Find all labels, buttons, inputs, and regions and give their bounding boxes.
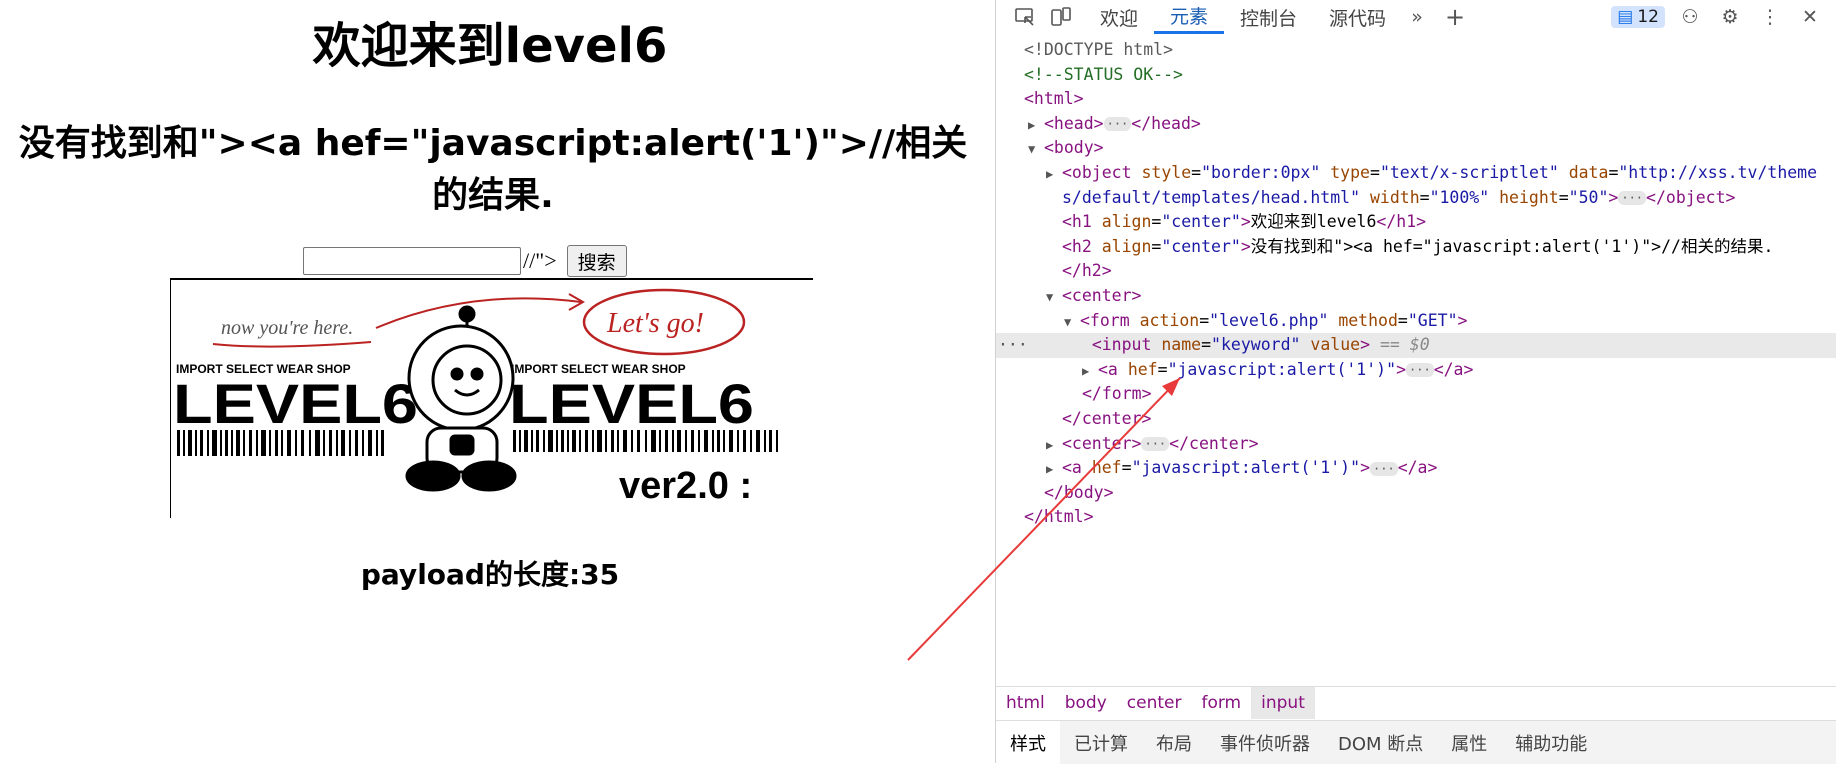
dom-line-head[interactable]: ▶ <head> ··· </head> <box>996 112 1836 137</box>
dom-tree: <!DOCTYPE html> <!--STATUS OK--> <html> … <box>996 38 1836 678</box>
dom-line-h2-close[interactable]: </h2> <box>996 259 1836 284</box>
add-tab-icon[interactable]: + <box>1440 2 1470 32</box>
robot-illustration <box>405 305 517 492</box>
dom-line-comment[interactable]: <!--STATUS OK--> <box>996 63 1836 88</box>
subtab-properties[interactable]: 属性 <box>1437 721 1501 764</box>
devtools-toolbar: 欢迎 元素 控制台 源代码 » + ▤ 12 ⚇ ⚙ ⋮ ✕ <box>996 0 1836 34</box>
search-form: //"> 搜索 <box>303 244 627 278</box>
subtab-dom-breakpoints[interactable]: DOM 断点 <box>1324 721 1437 764</box>
dom-line-anchor-outer[interactable]: ▶ <a hef="javascript:alert('1')"> ··· </a> <box>996 456 1836 481</box>
inspect-element-icon[interactable] <box>1010 2 1040 32</box>
breadcrumb-html[interactable]: html <box>996 687 1055 719</box>
subtab-layout[interactable]: 布局 <box>1142 721 1206 764</box>
device-toolbar-icon[interactable] <box>1046 2 1076 32</box>
subtab-computed[interactable]: 已计算 <box>1060 721 1142 764</box>
dom-line-input-selected[interactable]: ··· <input name="keyword" value> == $0 <box>996 333 1836 358</box>
breadcrumb-body[interactable]: body <box>1055 687 1117 719</box>
issues-icon: ▤ <box>1617 7 1634 27</box>
search-button[interactable]: 搜索 <box>566 245 627 277</box>
page-heading-h1: 欢迎来到level6 <box>312 18 668 74</box>
dom-line-html-close[interactable]: </html> <box>996 505 1836 530</box>
injected-text: //"> <box>523 248 557 273</box>
tab-sources[interactable]: 源代码 <box>1313 0 1402 34</box>
banner-graphic: now you're here. Let's go! IMPORT SELECT… <box>173 288 778 507</box>
dom-line-doctype[interactable]: <!DOCTYPE html> <box>996 38 1836 63</box>
banner-logo-left: LEVEL6 <box>173 372 418 435</box>
dom-line-form-close[interactable]: </form> <box>996 382 1836 407</box>
dom-line-body[interactable]: ▼ <body> <box>996 136 1836 161</box>
dom-line-object[interactable]: ▶ <object style="border:0px" type="text/x… <box>996 161 1836 186</box>
subtab-accessibility[interactable]: 辅助功能 <box>1501 721 1601 764</box>
devtools-panel: 欢迎 元素 控制台 源代码 » + ▤ 12 ⚇ ⚙ ⋮ ✕ <!DOCTYPE… <box>995 0 1836 764</box>
dom-line-anchor-inner[interactable]: ▶ <a hef="javascript:alert('1')"> ··· </a> <box>996 358 1836 383</box>
dom-line-center-2[interactable]: ▶ <center> ··· </center> <box>996 432 1836 457</box>
rendered-page: 欢迎来到level6 没有找到和"><a hef="javascript:ale… <box>0 0 995 763</box>
banner-tagline-left: now you're here. <box>221 317 353 339</box>
close-icon[interactable]: ✕ <box>1795 2 1825 32</box>
tab-welcome[interactable]: 欢迎 <box>1084 0 1154 34</box>
dom-line-h1[interactable]: <h1 align="center">欢迎来到level6</h1> <box>996 210 1836 235</box>
dom-line-center-close[interactable]: </center> <box>996 407 1836 432</box>
dom-line-object-cont[interactable]: s/default/templates/head.html" width="10… <box>996 186 1836 211</box>
payload-length-text: payload的长度:35 <box>360 558 620 591</box>
tab-elements[interactable]: 元素 <box>1154 0 1225 34</box>
banner-logo-right: LEVEL6 <box>509 372 754 435</box>
settings-gear-icon[interactable]: ⚙ <box>1715 2 1745 32</box>
dom-line-html[interactable]: <html> <box>996 87 1836 112</box>
breadcrumb-form[interactable]: form <box>1191 687 1251 719</box>
dom-line-form[interactable]: ▼ <form action="level6.php" method="GET"> <box>996 309 1836 334</box>
tab-console[interactable]: 控制台 <box>1224 0 1313 34</box>
dom-line-h2[interactable]: <h2 align="center">没有找到和"><a hef="javasc… <box>996 235 1836 260</box>
more-tabs-icon[interactable]: » <box>1402 2 1432 32</box>
level-banner-image: now you're here. Let's go! IMPORT SELECT… <box>170 278 813 518</box>
more-options-icon[interactable]: ⋮ <box>1755 2 1785 32</box>
issues-count: 12 <box>1637 7 1659 27</box>
subtab-styles[interactable]: 样式 <box>996 721 1060 764</box>
breadcrumb-center[interactable]: center <box>1117 687 1192 719</box>
issues-badge[interactable]: ▤ 12 <box>1611 6 1665 28</box>
keyword-input[interactable] <box>303 247 521 275</box>
page-heading-h2: 没有找到和"><a hef="javascript:alert('1')">//… <box>18 123 968 217</box>
dom-line-body-close[interactable]: </body> <box>996 481 1836 506</box>
subtab-event-listeners[interactable]: 事件侦听器 <box>1206 721 1324 764</box>
breadcrumb-input[interactable]: input <box>1251 687 1315 719</box>
customize-icon[interactable]: ⚇ <box>1675 2 1705 32</box>
styles-subtabs: 样式 已计算 布局 事件侦听器 DOM 断点 属性 辅助功能 <box>996 720 1836 764</box>
banner-version: ver2.0 : <box>619 465 752 507</box>
dom-line-center[interactable]: ▼ <center> <box>996 284 1836 309</box>
breadcrumb: html body center form input <box>996 686 1836 719</box>
banner-tagline-right: Let's go! <box>606 308 704 339</box>
